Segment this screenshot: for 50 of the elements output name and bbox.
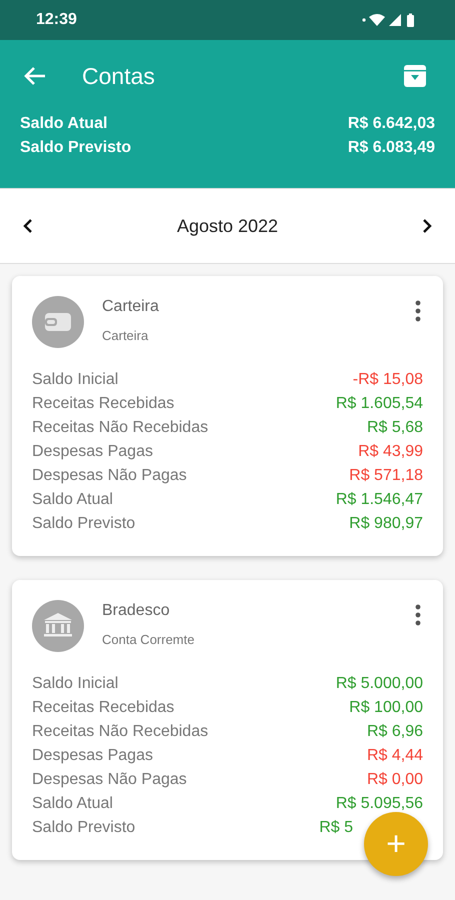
row-label: Saldo Previsto (32, 818, 136, 838)
more-options-icon[interactable] (415, 604, 421, 626)
account-type: Conta Corremte (102, 632, 196, 647)
row-label: Receitas Não Recebidas (32, 722, 208, 742)
chevron-right-icon[interactable] (421, 218, 433, 234)
row-label: Despesas Não Pagas (32, 770, 187, 790)
account-name: Bradesco (102, 602, 171, 620)
row-label: Despesas Não Pagas (32, 466, 187, 486)
account-type: Carteira (102, 328, 150, 343)
row-amount: R$ 100,00 (349, 698, 423, 718)
row-label: Saldo Inicial (32, 674, 118, 694)
summary-value: R$ 6.083,49 (348, 138, 435, 158)
screen-title: Contas (82, 62, 156, 90)
row-amount: R$ 980,97 (349, 514, 423, 534)
row-label: Saldo Atual (32, 794, 113, 814)
row-amount: R$ 43,99 (358, 442, 423, 462)
row-label: Saldo Atual (32, 490, 113, 510)
account-card[interactable] (12, 276, 443, 556)
wallet-icon (32, 296, 84, 348)
row-label: Despesas Pagas (32, 746, 153, 766)
back-arrow-icon[interactable] (24, 66, 46, 86)
status-icons (361, 12, 417, 28)
row-label: Receitas Recebidas (32, 698, 174, 718)
row-amount: R$ 5,68 (366, 418, 423, 438)
row-amount: R$ 5.095,56 (336, 794, 423, 814)
row-amount: R$ 4,44 (366, 746, 423, 766)
row-label: Receitas Não Recebidas (32, 418, 208, 438)
summary-label: Saldo Atual (20, 114, 108, 134)
row-amount: R$ 1.605,54 (336, 394, 423, 414)
archive-icon[interactable] (403, 64, 427, 88)
row-label: Saldo Inicial (32, 370, 118, 390)
row-amount: R$ 5.000,00 (336, 674, 423, 694)
account-card[interactable] (12, 580, 443, 860)
summary-label: Saldo Previsto (20, 138, 132, 158)
row-amount: R$ 5 (319, 818, 353, 838)
bank-icon (32, 600, 84, 652)
chevron-left-icon[interactable] (22, 218, 34, 234)
row-label: Saldo Previsto (32, 514, 136, 534)
row-label: Receitas Recebidas (32, 394, 174, 414)
summary-value: R$ 6.642,03 (348, 114, 435, 134)
row-amount: -R$ 15,08 (352, 370, 423, 390)
row-amount: R$ 571,18 (349, 466, 423, 486)
row-amount: R$ 1.546,47 (336, 490, 423, 510)
status-time: 12:39 (36, 11, 77, 29)
row-amount: R$ 0,00 (366, 770, 423, 790)
more-options-icon[interactable] (415, 300, 421, 322)
row-amount: R$ 6,96 (366, 722, 423, 742)
month-label: Agosto 2022 (176, 216, 278, 236)
account-name: Carteira (102, 298, 160, 316)
row-label: Despesas Pagas (32, 442, 153, 462)
